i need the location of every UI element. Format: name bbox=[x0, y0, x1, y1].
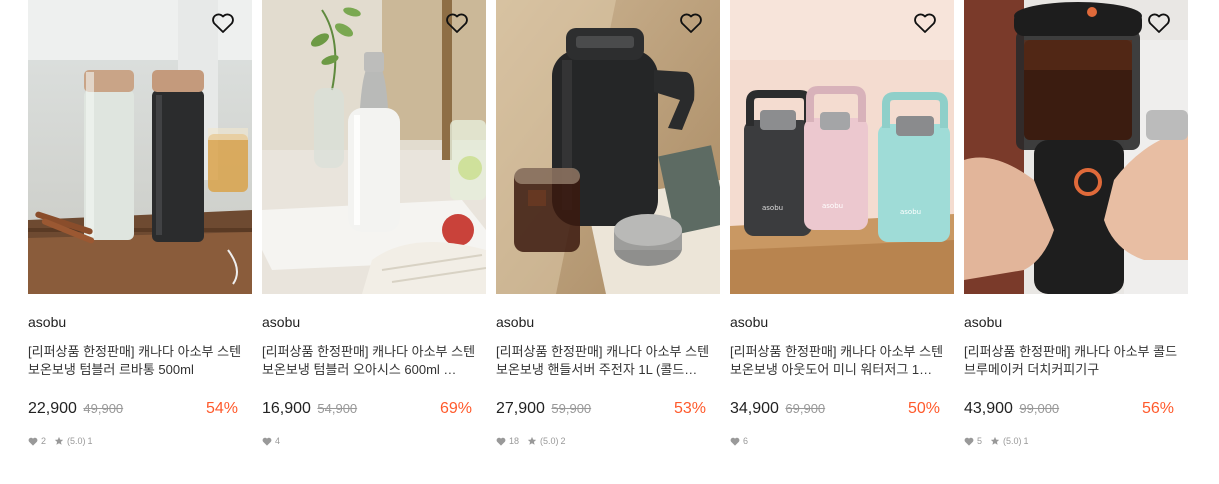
product-meta: 2 (5.0) 1 bbox=[28, 435, 252, 447]
like-count: 6 bbox=[743, 436, 749, 446]
product-image[interactable]: asobu asobu asobu bbox=[730, 0, 954, 294]
product-title[interactable]: [리퍼상품 한정판매] 캐나다 아소부 스텐 보온보냉 핸들서버 주전자 1L … bbox=[496, 343, 720, 379]
product-title[interactable]: [리퍼상품 한정판매] 캐나다 아소부 스텐 보온보냉 아웃도어 미니 워터저그… bbox=[730, 343, 954, 379]
product-image[interactable] bbox=[496, 0, 720, 294]
svg-text:asobu: asobu bbox=[822, 202, 843, 210]
wishlist-heart-icon[interactable] bbox=[445, 12, 469, 34]
product-meta: 6 bbox=[730, 435, 954, 447]
product-brand[interactable]: asobu bbox=[262, 314, 486, 330]
discount-rate: 56% bbox=[1141, 400, 1174, 417]
original-price: 54,900 bbox=[317, 401, 358, 416]
heart-filled-icon bbox=[730, 437, 740, 446]
product-brand[interactable]: asobu bbox=[730, 314, 954, 330]
product-title[interactable]: [리퍼상품 한정판매] 캐나다 아소부 스텐 보온보냉 텀블러 르바통 500m… bbox=[28, 343, 252, 379]
sale-price: 34,900 bbox=[730, 400, 779, 417]
discount-rate: 53% bbox=[673, 400, 706, 417]
product-title[interactable]: [리퍼상품 한정판매] 캐나다 아소부 스텐 보온보냉 텀블러 오아시스 600… bbox=[262, 343, 486, 379]
review-count: 1 bbox=[87, 436, 93, 446]
heart-filled-icon bbox=[496, 437, 506, 446]
product-meta: 18 (5.0) 2 bbox=[496, 435, 720, 447]
original-price: 49,900 bbox=[83, 401, 124, 416]
star-icon bbox=[527, 436, 537, 445]
original-price: 99,000 bbox=[1019, 401, 1060, 416]
product-card[interactable]: asobu [리퍼상품 한정판매] 캐나다 아소부 콜드브루메이커 더치커피기구… bbox=[964, 0, 1188, 447]
star-icon bbox=[990, 436, 1000, 445]
star-icon bbox=[54, 436, 64, 445]
rating-score: (5.0) bbox=[1003, 436, 1022, 446]
product-card[interactable]: asobu [리퍼상품 한정판매] 캐나다 아소부 스텐 보온보냉 텀블러 오아… bbox=[262, 0, 486, 447]
product-grid: asobu [리퍼상품 한정판매] 캐나다 아소부 스텐 보온보냉 텀블러 르바… bbox=[0, 0, 1219, 484]
discount-rate: 54% bbox=[205, 400, 238, 417]
price-row: 27,900 59,900 53% bbox=[496, 400, 720, 420]
original-price: 59,900 bbox=[551, 401, 592, 416]
price-row: 16,900 54,900 69% bbox=[262, 400, 486, 420]
like-count: 2 bbox=[41, 436, 47, 446]
wishlist-heart-icon[interactable] bbox=[679, 12, 703, 34]
sale-price: 16,900 bbox=[262, 400, 311, 417]
wishlist-heart-icon[interactable] bbox=[1147, 12, 1171, 34]
review-count: 1 bbox=[1023, 436, 1029, 446]
like-count: 4 bbox=[275, 436, 281, 446]
like-count: 5 bbox=[977, 436, 983, 446]
price-row: 22,900 49,900 54% bbox=[28, 400, 252, 420]
product-card[interactable]: asobu [리퍼상품 한정판매] 캐나다 아소부 스텐 보온보냉 텀블러 르바… bbox=[28, 0, 252, 447]
product-brand[interactable]: asobu bbox=[28, 314, 252, 330]
price-row: 43,900 99,000 56% bbox=[964, 400, 1188, 420]
product-brand[interactable]: asobu bbox=[964, 314, 1188, 330]
product-image[interactable] bbox=[28, 0, 252, 294]
product-meta: 5 (5.0) 1 bbox=[964, 435, 1188, 447]
heart-filled-icon bbox=[964, 437, 974, 446]
rating-score: (5.0) bbox=[67, 436, 86, 446]
product-meta: 4 bbox=[262, 435, 486, 447]
heart-filled-icon bbox=[262, 437, 272, 446]
product-title[interactable]: [리퍼상품 한정판매] 캐나다 아소부 콜드브루메이커 더치커피기구 bbox=[964, 343, 1188, 379]
sale-price: 27,900 bbox=[496, 400, 545, 417]
wishlist-heart-icon[interactable] bbox=[913, 12, 937, 34]
heart-filled-icon bbox=[28, 437, 38, 446]
sale-price: 22,900 bbox=[28, 400, 77, 417]
discount-rate: 69% bbox=[439, 400, 472, 417]
sale-price: 43,900 bbox=[964, 400, 1013, 417]
price-row: 34,900 69,900 50% bbox=[730, 400, 954, 420]
product-card[interactable]: asobu [리퍼상품 한정판매] 캐나다 아소부 스텐 보온보냉 핸들서버 주… bbox=[496, 0, 720, 447]
product-brand[interactable]: asobu bbox=[496, 314, 720, 330]
original-price: 69,900 bbox=[785, 401, 826, 416]
product-image[interactable] bbox=[964, 0, 1188, 294]
product-card[interactable]: asobu asobu asobu asobu [리퍼상품 한정판매] 캐나다 … bbox=[730, 0, 954, 447]
svg-text:asobu: asobu bbox=[762, 204, 783, 212]
svg-text:asobu: asobu bbox=[900, 208, 921, 216]
rating-score: (5.0) bbox=[540, 436, 559, 446]
discount-rate: 50% bbox=[907, 400, 940, 417]
product-image[interactable] bbox=[262, 0, 486, 294]
review-count: 2 bbox=[560, 436, 566, 446]
like-count: 18 bbox=[509, 436, 520, 446]
wishlist-heart-icon[interactable] bbox=[211, 12, 235, 34]
